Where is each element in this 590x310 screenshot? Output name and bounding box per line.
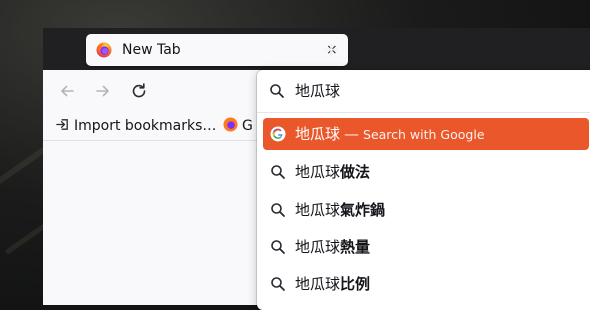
back-button[interactable] bbox=[54, 78, 80, 104]
new-tab-button[interactable]: + bbox=[319, 28, 343, 70]
import-icon bbox=[56, 119, 68, 130]
firefox-icon bbox=[96, 42, 112, 58]
suggestion-query: 地瓜球 bbox=[295, 238, 341, 256]
suggestion-separator: — bbox=[344, 125, 360, 143]
suggestion-action: Search with Google bbox=[363, 127, 485, 142]
suggestion-text: 地瓜球做法 bbox=[295, 156, 370, 188]
search-icon bbox=[270, 84, 284, 98]
suggestion-completion: 做法 bbox=[340, 163, 371, 181]
suggestion-row[interactable]: 地瓜球做法 bbox=[263, 156, 589, 188]
bookmark-label: G bbox=[242, 118, 253, 134]
suggestion-text: 地瓜球氣炸鍋 bbox=[295, 194, 385, 226]
bookmark-item[interactable]: G bbox=[223, 112, 253, 140]
tab-strip: New Tab × + bbox=[43, 28, 590, 70]
search-icon bbox=[271, 240, 285, 254]
suggestion-query: 地瓜球 bbox=[295, 275, 341, 293]
suggestion-row[interactable]: 地瓜球比例 bbox=[263, 268, 589, 300]
suggestion-text: 地瓜球熱量 bbox=[295, 231, 370, 263]
search-icon bbox=[271, 165, 285, 179]
google-icon bbox=[270, 126, 286, 142]
suggestion-query: 地瓜球 bbox=[295, 125, 341, 143]
import-bookmarks-label: Import bookmarks… bbox=[74, 118, 217, 134]
suggestion-text: 地瓜球比例 bbox=[295, 268, 370, 300]
suggestion-row[interactable]: 地瓜球熱量 bbox=[263, 231, 589, 263]
suggestion-search-with-google[interactable]: 地瓜球 — Search with Google bbox=[263, 118, 589, 150]
tab-title: New Tab bbox=[122, 42, 181, 58]
suggestion-completion: 熱量 bbox=[340, 238, 371, 256]
urlbar-dropdown: 地瓜球 地瓜球 — Search with Google 地瓜球做法 地瓜球氣炸… bbox=[257, 70, 590, 310]
forward-button[interactable] bbox=[90, 78, 116, 104]
suggestion-completion: 比例 bbox=[340, 275, 371, 293]
import-bookmarks-item[interactable]: Import bookmarks… bbox=[55, 112, 216, 140]
urlbar-input[interactable]: 地瓜球 bbox=[295, 70, 575, 112]
suggestion-query: 地瓜球 bbox=[295, 201, 341, 219]
search-icon bbox=[271, 203, 285, 217]
suggestion-text: 地瓜球 — Search with Google bbox=[295, 118, 485, 150]
firefox-icon bbox=[223, 117, 238, 132]
tab-new-tab[interactable]: New Tab × bbox=[86, 34, 348, 66]
suggestion-query: 地瓜球 bbox=[295, 163, 341, 181]
search-icon bbox=[271, 277, 285, 291]
urlbar[interactable]: 地瓜球 bbox=[257, 70, 590, 113]
reload-button[interactable] bbox=[126, 78, 152, 104]
suggestion-completion: 氣炸鍋 bbox=[340, 201, 386, 219]
suggestion-row[interactable]: 地瓜球氣炸鍋 bbox=[263, 194, 589, 226]
